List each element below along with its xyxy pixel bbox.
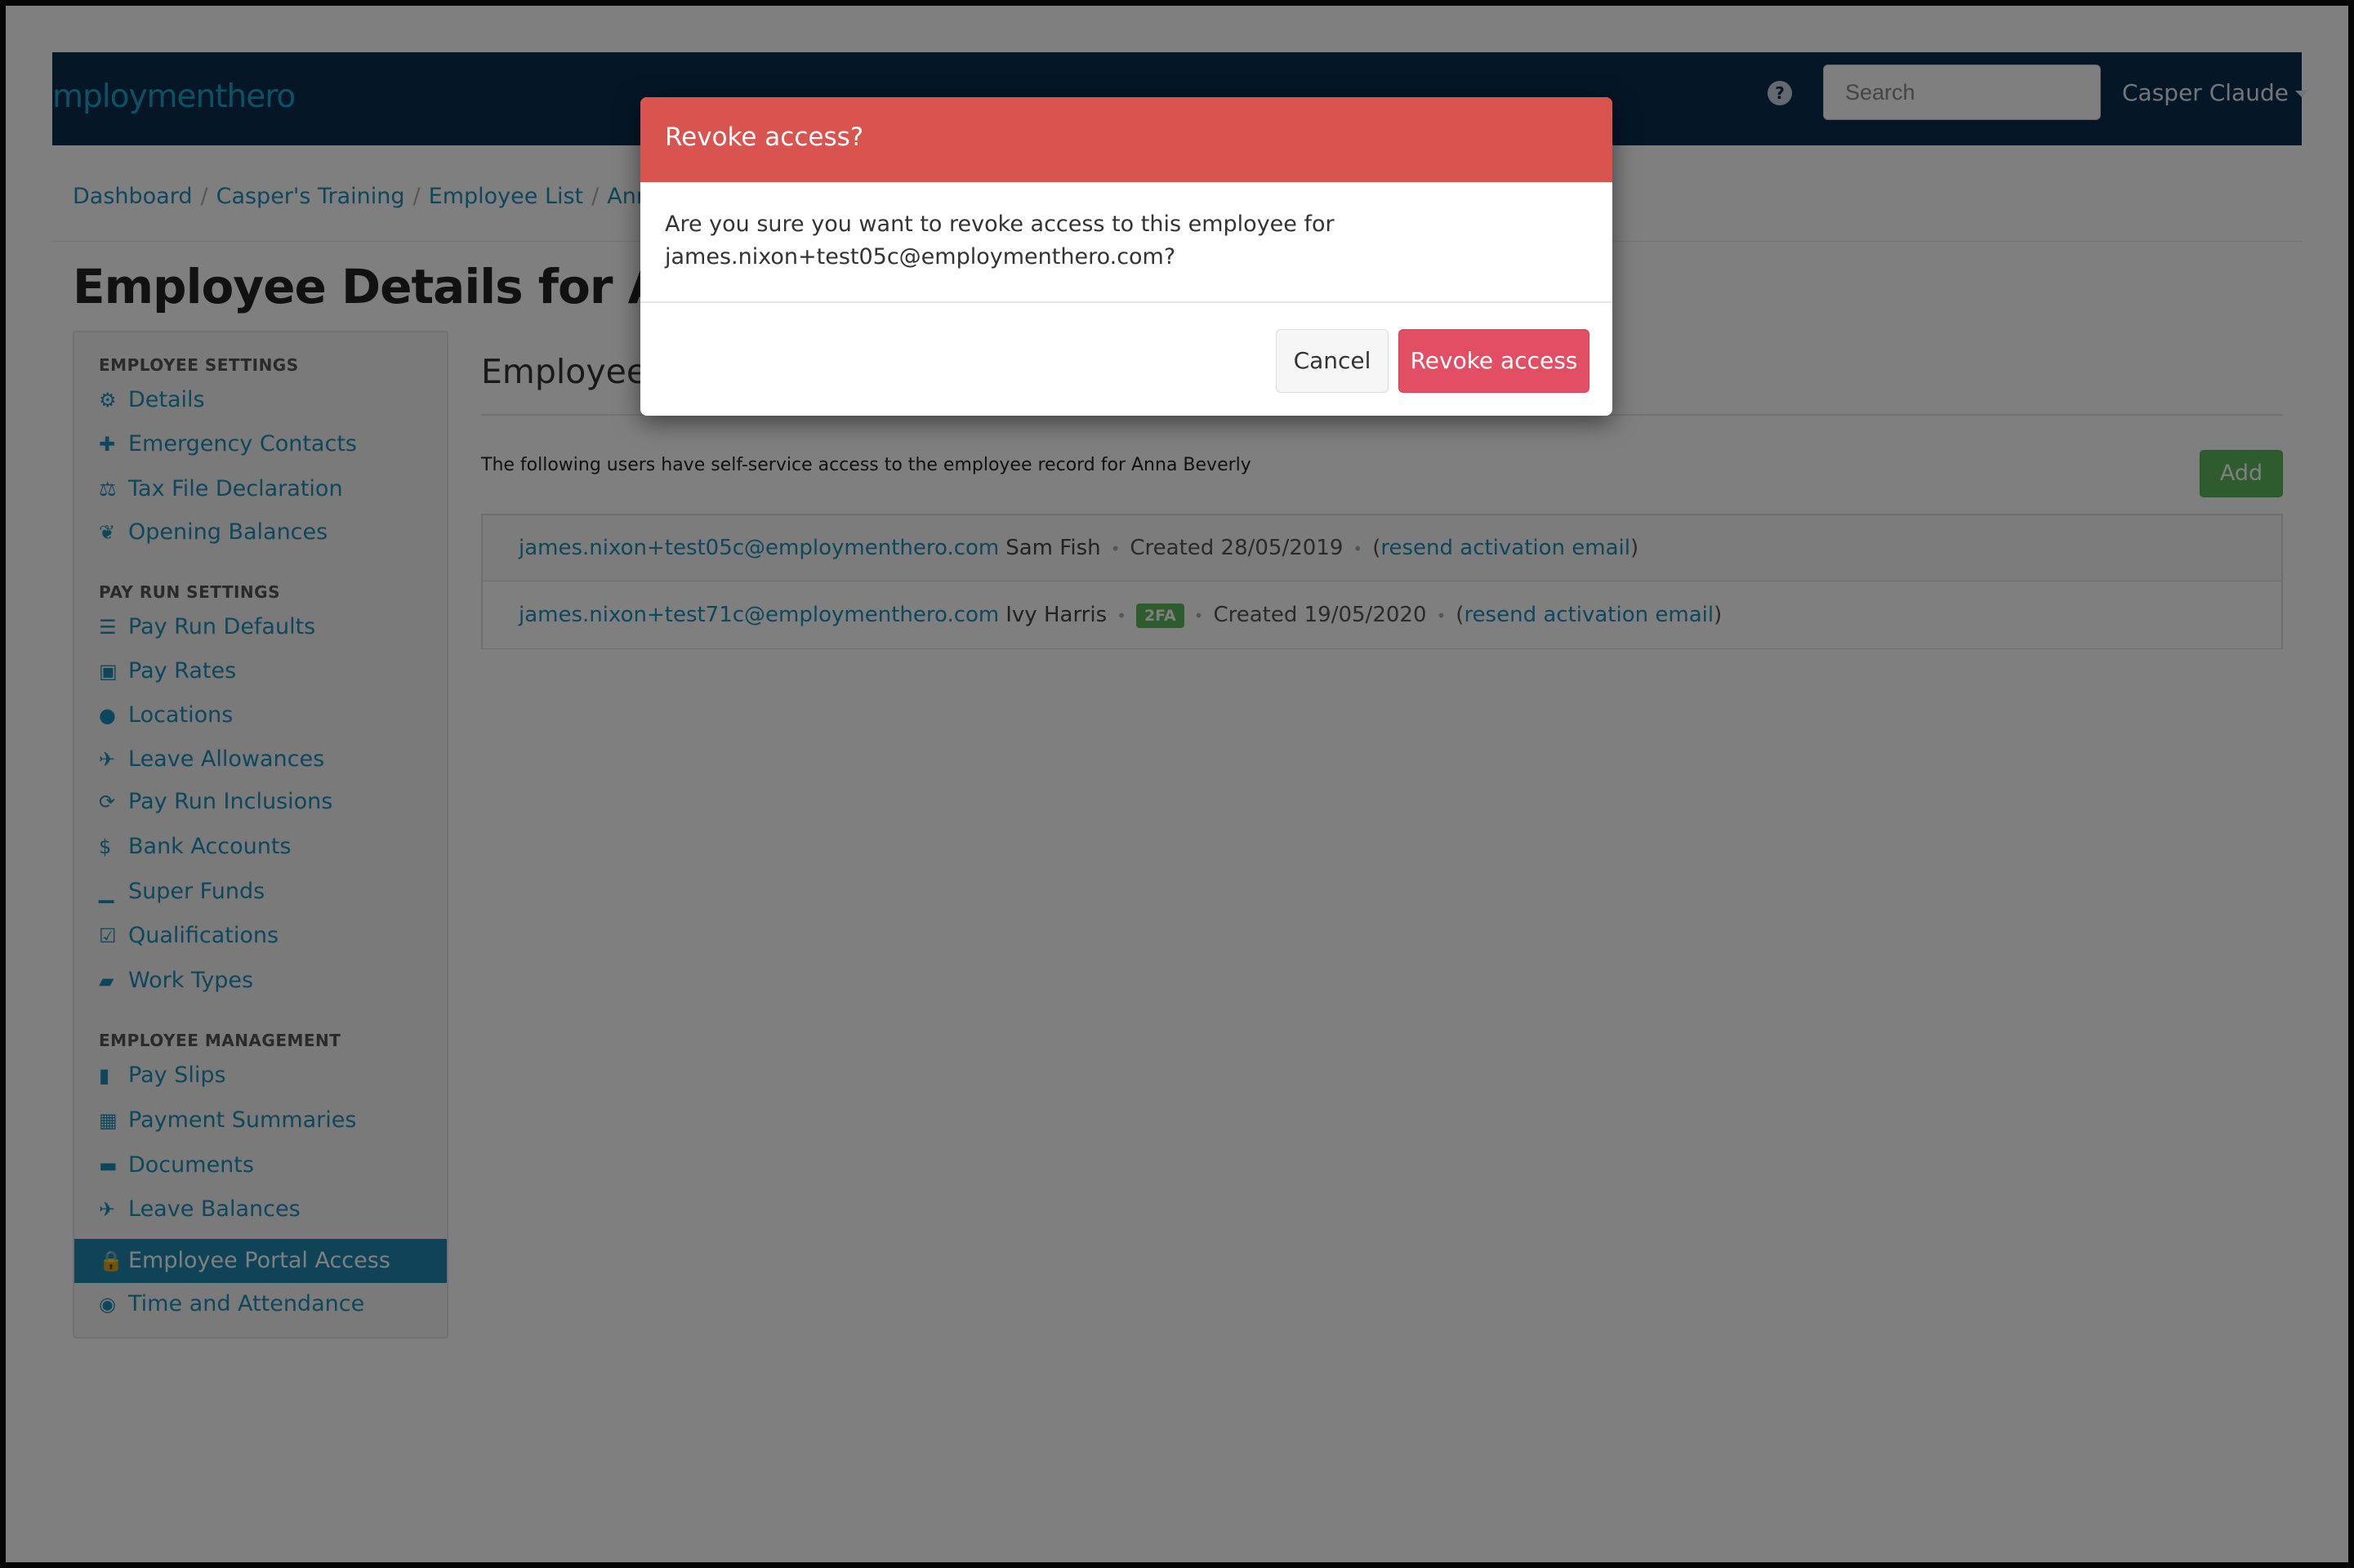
dialog-message-line: Are you sure you want to revoke access t… [665,212,1335,237]
cancel-button[interactable]: Cancel [1276,329,1389,393]
dialog-message-email: james.nixon+test05c@employmenthero.com? [665,244,1176,270]
dialog-title: Revoke access? [640,97,1612,182]
revoke-access-button[interactable]: Revoke access [1398,329,1589,393]
revoke-access-dialog: Revoke access? Are you sure you want to … [640,97,1612,416]
dialog-message: Are you sure you want to revoke access t… [665,208,1563,274]
app-screen: mploymenthero ? Casper Claude Dashboard/… [6,6,2348,1562]
divider [640,301,1612,303]
